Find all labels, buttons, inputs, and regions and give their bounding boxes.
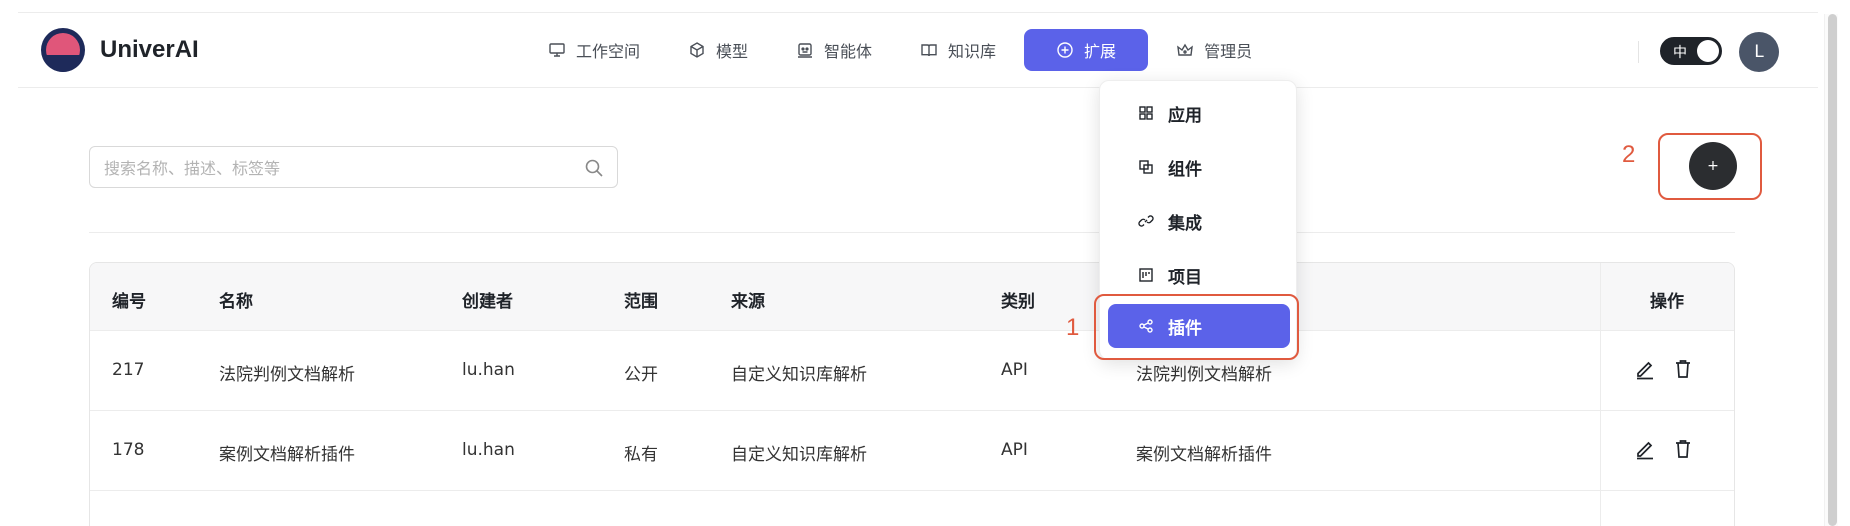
cell-name: 案例文档解析插件 (219, 445, 355, 465)
user-avatar[interactable]: L (1739, 32, 1779, 72)
menu-item-projects[interactable]: 项目 (1108, 253, 1290, 297)
menu-item-label: 集成 (1168, 213, 1202, 234)
cell-scope: 私有 (624, 445, 658, 465)
add-button[interactable]: + (1689, 142, 1737, 190)
cell-id: 178 (112, 440, 145, 460)
annotation-step-1: 1 (1066, 314, 1080, 341)
delete-icon[interactable] (1672, 438, 1694, 460)
language-toggle[interactable]: 中 (1660, 37, 1722, 65)
nav-label: 模型 (716, 42, 749, 61)
nav-extensions[interactable]: 扩展 (1024, 29, 1149, 71)
edit-icon[interactable] (1634, 358, 1656, 380)
annotation-highlight-plugins (1094, 294, 1299, 360)
cell-category: API (1001, 440, 1028, 460)
nav-label: 扩展 (1084, 42, 1117, 61)
nav-label: 知识库 (948, 42, 997, 61)
language-toggle-label: 中 (1673, 45, 1687, 61)
header-divider (1638, 41, 1639, 63)
menu-item-apps[interactable]: 应用 (1108, 91, 1290, 135)
column-header-source[interactable]: 来源 (731, 287, 765, 312)
nav-admin[interactable]: 管理员 (1156, 29, 1272, 71)
top-navbar: UniverAI 工作空间 模型 智能体 知识库 扩展 管理员 中 L (18, 12, 1818, 88)
column-header-id[interactable]: 编号 (112, 287, 146, 312)
column-header-creator[interactable]: 创建者 (462, 287, 513, 312)
nav-label: 智能体 (824, 42, 873, 61)
crown-icon (1177, 43, 1193, 56)
menu-item-label: 组件 (1168, 159, 1202, 180)
brand-name[interactable]: UniverAI (100, 36, 199, 64)
plugins-table: 编号 名称 创建者 范围 来源 类别 描述 操作 217 法院判例文档解析 lu… (89, 262, 1735, 526)
cube-icon (690, 42, 704, 58)
robot-icon (798, 43, 813, 58)
monitor-icon (549, 43, 565, 57)
edit-icon[interactable] (1634, 438, 1656, 460)
table-row[interactable]: 217 法院判例文档解析 lu.han 公开 自定义知识库解析 API 法院判例… (90, 331, 1734, 411)
search-box (89, 146, 618, 188)
nav-label: 工作空间 (576, 42, 641, 61)
menu-item-label: 项目 (1168, 267, 1202, 288)
copy-icon (1139, 160, 1153, 174)
cell-source: 自定义知识库解析 (731, 445, 867, 465)
actions-column-divider (1600, 263, 1601, 526)
main-nav: 工作空间 模型 智能体 知识库 扩展 管理员 (528, 29, 1280, 71)
search-input[interactable] (104, 156, 564, 180)
nav-models[interactable]: 模型 (668, 29, 768, 71)
table-row[interactable]: 178 案例文档解析插件 lu.han 私有 自定义知识库解析 API 案例文档… (90, 411, 1734, 491)
toggle-knob (1697, 40, 1719, 62)
menu-item-label: 应用 (1168, 105, 1202, 126)
column-header-scope[interactable]: 范围 (624, 287, 658, 312)
book-icon (921, 44, 937, 57)
delete-icon[interactable] (1672, 358, 1694, 380)
cell-id: 217 (112, 360, 145, 380)
column-header-actions: 操作 (1650, 292, 1684, 312)
menu-item-integrations[interactable]: 集成 (1108, 199, 1290, 243)
cell-category: API (1001, 360, 1028, 380)
grid-icon (1139, 106, 1153, 120)
scrollbar-thumb[interactable] (1828, 14, 1837, 526)
cell-description: 法院判例文档解析 (1136, 365, 1272, 385)
cell-name: 法院判例文档解析 (219, 365, 355, 385)
table-header: 编号 名称 创建者 范围 来源 类别 描述 操作 (90, 263, 1734, 331)
page: UniverAI 工作空间 模型 智能体 知识库 扩展 管理员 中 L 搜索名称… (0, 0, 1850, 526)
link-icon (1138, 215, 1154, 227)
kanban-icon (1139, 268, 1153, 282)
divider (89, 232, 1735, 233)
menu-item-components[interactable]: 组件 (1108, 145, 1290, 189)
vertical-scrollbar[interactable] (1824, 14, 1838, 526)
column-header-category[interactable]: 类别 (1001, 287, 1035, 312)
cell-description: 案例文档解析插件 (1136, 445, 1272, 465)
column-header-name[interactable]: 名称 (219, 287, 253, 312)
plus-circle-icon (1057, 42, 1073, 58)
search-icon[interactable] (584, 158, 604, 178)
univerai-logo[interactable] (40, 27, 86, 73)
nav-agents[interactable]: 智能体 (776, 29, 892, 71)
nav-label: 管理员 (1204, 42, 1253, 61)
cell-creator: lu.han (462, 440, 515, 460)
annotation-step-2: 2 (1622, 141, 1636, 168)
nav-workspace[interactable]: 工作空间 (528, 29, 660, 71)
cell-source: 自定义知识库解析 (731, 365, 867, 385)
cell-creator: lu.han (462, 360, 515, 380)
cell-scope: 公开 (624, 365, 658, 385)
nav-knowledge-base[interactable]: 知识库 (900, 29, 1016, 71)
